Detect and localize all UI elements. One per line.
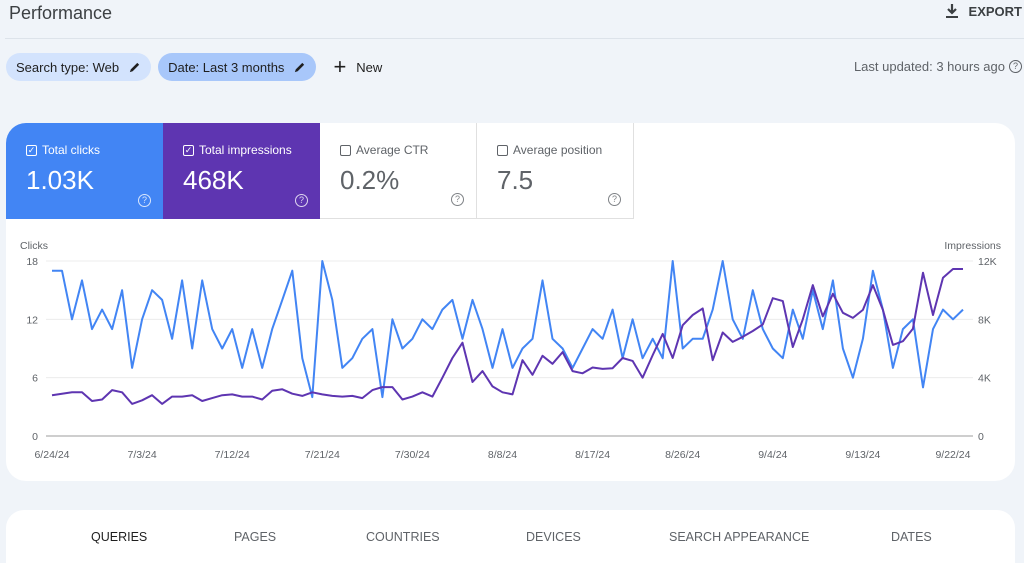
tab-dates[interactable]: DATES (891, 530, 932, 544)
tab-queries[interactable]: QUERIES (91, 530, 147, 544)
new-filter-button[interactable]: + New (333, 56, 382, 78)
chip-label: Date: Last 3 months (168, 59, 285, 75)
last-updated-text: Last updated: 3 hours ago (853, 59, 1005, 74)
left-tick-label: 18 (26, 256, 38, 268)
metric-total-clicks[interactable]: ✓ Total clicks 1.03K ? (6, 123, 163, 219)
metric-value: 1.03K (26, 165, 94, 195)
checkbox-checked-icon[interactable]: ✓ (183, 144, 194, 156)
chart-svg[interactable]: Clicks Impressions 0 6 12 18 0 4K 8K 12K 6/24/24 7/… (6, 233, 1015, 478)
date-filter-chip[interactable]: Date: Last 3 months (158, 53, 317, 81)
x-tick-label: 9/22/24 (935, 449, 970, 461)
x-tick-label: 6/24/24 (34, 449, 69, 461)
x-tick-label: 7/12/24 (215, 449, 250, 461)
x-tick-label: 7/3/24 (127, 449, 156, 461)
x-tick-label: 8/17/24 (575, 449, 610, 461)
metric-value: 468K (183, 165, 244, 195)
x-tick-label: 9/4/24 (758, 449, 787, 461)
performance-card: ✓ Total clicks 1.03K ? ✓ Total impressions… (6, 123, 1015, 481)
tab-countries[interactable]: COUNTRIES (366, 530, 440, 544)
new-label: New (356, 59, 383, 75)
checkbox-checked-icon[interactable]: ✓ (26, 144, 37, 156)
tab-search-appearance[interactable]: SEARCH APPEARANCE (669, 530, 809, 544)
last-updated: Last updated: 3 hours ago ? (854, 59, 1022, 74)
header-divider (5, 38, 1024, 39)
metric-average-position[interactable]: Average position 7.5 ? (477, 123, 634, 219)
export-button[interactable]: EXPORT (944, 3, 1022, 19)
metric-cards: ✓ Total clicks 1.03K ? ✓ Total impressions… (6, 123, 1015, 219)
left-tick-label: 6 (32, 373, 38, 385)
metric-label: Average position (513, 143, 603, 157)
metric-value: 0.2% (340, 165, 400, 195)
page-title: Performance (9, 3, 113, 23)
x-tick-label: 8/8/24 (488, 449, 517, 461)
export-label: EXPORT (968, 3, 1022, 19)
tab-devices[interactable]: DEVICES (526, 530, 581, 544)
help-icon[interactable]: ? (295, 194, 308, 207)
right-tick-label: 4K (978, 373, 991, 385)
metric-value: 7.5 (497, 165, 534, 195)
plus-icon: + (333, 54, 347, 79)
x-tick-label: 7/21/24 (305, 449, 340, 461)
left-axis-title: Clicks (20, 240, 48, 252)
left-tick-label: 12 (26, 314, 38, 326)
help-icon[interactable]: ? (138, 194, 151, 207)
help-icon[interactable]: ? (451, 193, 464, 206)
series-line-impressions (51, 268, 963, 405)
x-tick-label: 8/26/24 (665, 449, 700, 461)
left-tick-label: 0 (32, 431, 38, 443)
pencil-icon (295, 62, 305, 72)
help-icon[interactable]: ? (608, 193, 621, 206)
pencil-icon (129, 62, 140, 72)
tab-pages[interactable]: PAGES (234, 530, 276, 544)
right-tick-label: 0 (978, 431, 984, 443)
series-line-clicks (52, 260, 964, 399)
metric-label: Total clicks (42, 143, 101, 157)
dimension-tabs: QUERIES PAGES COUNTRIES DEVICES SEARCH A… (6, 510, 1015, 563)
filter-bar: Search type: Web Date: Last 3 months + N… (6, 53, 382, 81)
metric-label: Total impressions (199, 143, 292, 157)
help-icon[interactable]: ? (1009, 60, 1022, 73)
x-tick-label: 9/13/24 (845, 449, 880, 461)
right-tick-label: 8K (978, 314, 991, 326)
search-type-filter-chip[interactable]: Search type: Web (6, 53, 152, 81)
download-icon (945, 4, 958, 18)
x-tick-label: 7/30/24 (395, 449, 430, 461)
checkbox-unchecked-icon[interactable] (497, 144, 508, 156)
right-tick-label: 12K (978, 256, 997, 268)
metric-average-ctr[interactable]: Average CTR 0.2% ? (320, 123, 477, 219)
metric-label: Average CTR (356, 143, 429, 157)
performance-chart[interactable]: Clicks Impressions 0 6 12 18 0 4K 8K 12K 6/24/24 7/… (6, 233, 1015, 478)
right-axis-title: Impressions (944, 240, 1001, 252)
checkbox-unchecked-icon[interactable] (340, 144, 351, 156)
metric-total-impressions[interactable]: ✓ Total impressions 468K ? (163, 123, 320, 219)
chip-label: Search type: Web (16, 59, 120, 75)
